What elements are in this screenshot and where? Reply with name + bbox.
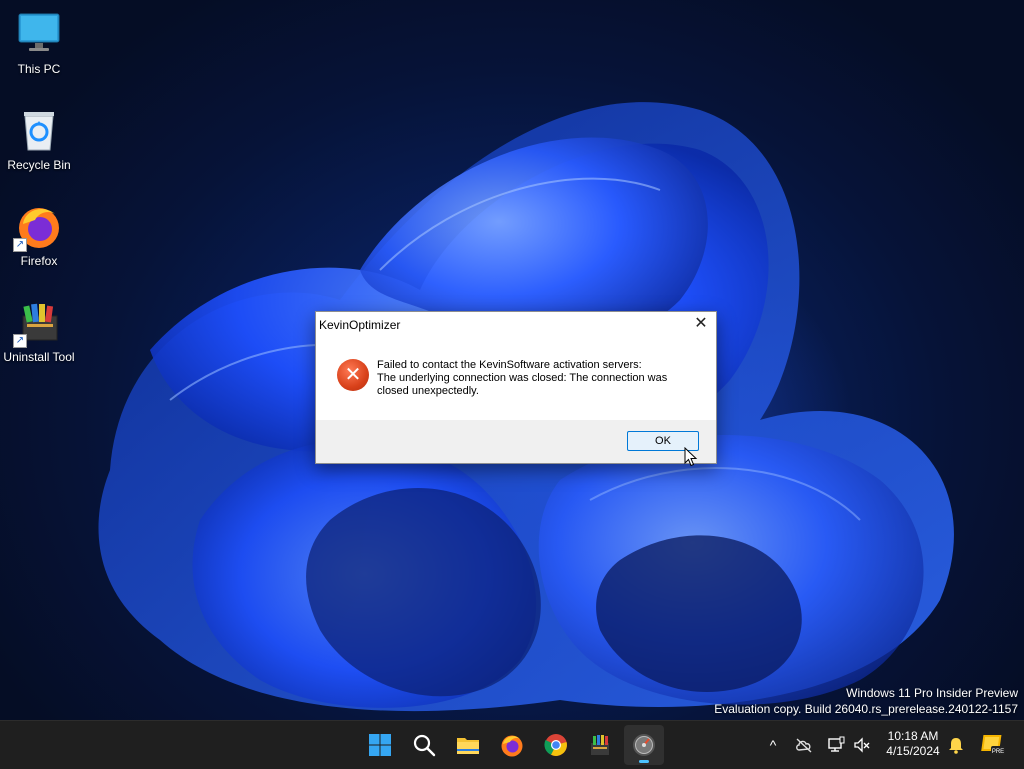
- file-explorer-button[interactable]: [448, 725, 488, 765]
- clock-time: 10:18 AM: [887, 729, 939, 743]
- kevin-optimizer-taskbar-button[interactable]: [624, 725, 664, 765]
- uninstall-tool-icon: ↗: [13, 298, 63, 348]
- svg-text:PRE: PRE: [992, 749, 1004, 755]
- message-line: closed unexpectedly.: [377, 385, 479, 397]
- start-button[interactable]: [360, 725, 400, 765]
- dialog-footer: OK: [316, 420, 716, 463]
- message-line: Failed to contact the KevinSoftware acti…: [377, 359, 642, 371]
- taskbar: ^ 10:18 AM 4/15/2024 PRE: [0, 720, 1024, 769]
- mouse-cursor-icon: [684, 447, 698, 467]
- volume-muted-icon[interactable]: [852, 735, 872, 755]
- file-explorer-icon: [456, 733, 480, 757]
- desktop-icon-this-pc[interactable]: This PC: [0, 10, 78, 76]
- close-button[interactable]: ✕: [686, 312, 716, 336]
- firefox-icon: [500, 733, 524, 757]
- dialog-message: Failed to contact the KevinSoftware acti…: [377, 359, 697, 398]
- insider-preview-badge-icon[interactable]: PRE: [980, 731, 1006, 757]
- search-icon: [412, 733, 436, 757]
- chrome-taskbar-button[interactable]: [536, 725, 576, 765]
- desktop-icon-uninstall-tool[interactable]: ↗ Uninstall Tool: [0, 298, 78, 364]
- watermark-edition: Windows 11 Pro Insider Preview: [846, 686, 1018, 700]
- taskbar-clock[interactable]: 10:18 AM 4/15/2024: [880, 729, 946, 759]
- clock-date: 4/15/2024: [886, 744, 940, 758]
- watermark-build: Evaluation copy. Build 26040.rs_prerelea…: [714, 702, 1018, 716]
- firefox-icon: ↗: [13, 202, 63, 252]
- recycle-bin-icon: [15, 106, 63, 154]
- show-hidden-icons-chevron-icon[interactable]: ^: [763, 735, 783, 755]
- dialog-content: ✕ Failed to contact the KevinSoftware ac…: [316, 336, 716, 420]
- message-line: The underlying connection was closed: Th…: [377, 372, 668, 384]
- chrome-icon: [544, 733, 568, 757]
- error-icon: ✕: [337, 359, 369, 391]
- monitor-icon: [15, 10, 63, 58]
- search-button[interactable]: [404, 725, 444, 765]
- desktop-icon-label: Recycle Bin: [7, 158, 71, 172]
- shortcut-arrow-icon: ↗: [13, 238, 27, 252]
- network-icon[interactable]: [826, 735, 846, 755]
- desktop-icon-recycle-bin[interactable]: Recycle Bin: [0, 106, 78, 172]
- uninstall-tool-icon: [588, 733, 612, 757]
- firefox-taskbar-button[interactable]: [492, 725, 532, 765]
- cloud-offline-icon[interactable]: [794, 735, 814, 755]
- dialog-titlebar[interactable]: KevinOptimizer ✕: [316, 312, 716, 336]
- windows-watermark: Windows 11 Pro Insider Preview Evaluatio…: [714, 685, 1018, 717]
- kevin-optimizer-icon: [632, 733, 656, 757]
- desktop-icon-firefox[interactable]: ↗ Firefox: [0, 202, 78, 268]
- shortcut-arrow-icon: ↗: [13, 334, 27, 348]
- active-indicator: [639, 760, 649, 763]
- desktop-icon-label: Firefox: [20, 254, 58, 268]
- desktop-icon-label: This PC: [17, 62, 61, 76]
- dialog-title: KevinOptimizer: [319, 318, 401, 332]
- start-icon: [368, 733, 392, 757]
- notification-bell-icon[interactable]: [946, 735, 966, 755]
- error-dialog: KevinOptimizer ✕ ✕ Failed to contact the…: [315, 311, 717, 464]
- desktop-icon-label: Uninstall Tool: [3, 350, 75, 364]
- uninstall-tool-taskbar-button[interactable]: [580, 725, 620, 765]
